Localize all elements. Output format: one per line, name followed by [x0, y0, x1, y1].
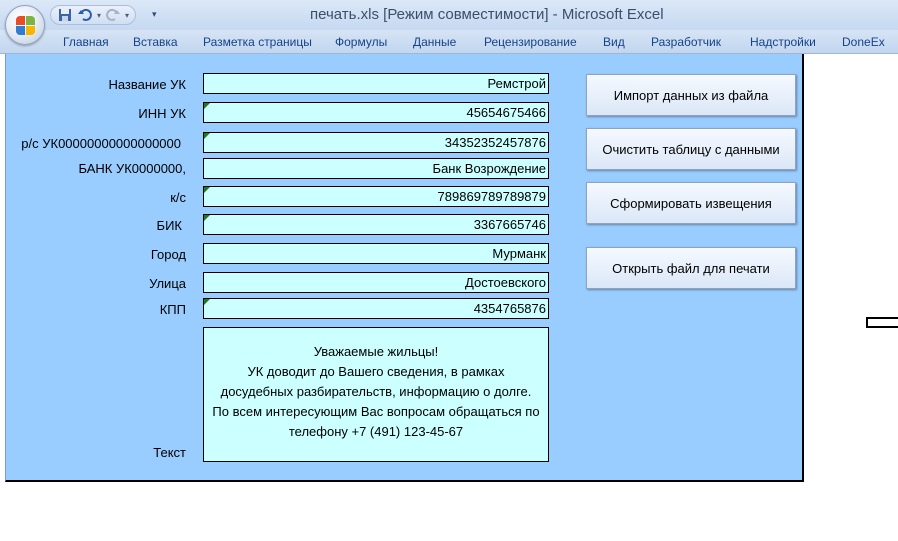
tab-addins[interactable]: Надстройки [750, 35, 816, 49]
tab-view[interactable]: Вид [603, 35, 625, 49]
notice-line: УК доводит до Вашего сведения, в рамках [247, 364, 505, 379]
worksheet-form: Название УК ИНН УК р/с УК000000000000000… [5, 54, 804, 482]
shape-fragment [866, 317, 898, 328]
error-indicator-icon [204, 299, 210, 305]
label-city: Город [150, 247, 186, 262]
field-street-value: Достоевского [465, 275, 546, 290]
field-bank[interactable]: Банк Возрождение [203, 158, 549, 179]
office-button[interactable] [5, 5, 45, 45]
notice-line: Уважаемые жильцы! [313, 344, 439, 359]
label-account: р/с УК00000000000000000 [21, 136, 181, 151]
tab-review[interactable]: Рецензирование [484, 35, 577, 49]
field-account[interactable]: 34352352457876 [203, 132, 549, 153]
label-inn: ИНН УК [138, 106, 186, 121]
field-bik[interactable]: 3367665746 [203, 214, 549, 235]
notice-line: По всем интересующим Вас вопросам обраща… [212, 404, 540, 419]
field-corr-account[interactable]: 789869789789879 [203, 186, 549, 207]
field-corr-account-value: 789869789789879 [437, 189, 546, 204]
window-title: печать.xls [Режим совместимости] - Micro… [310, 6, 664, 23]
notice-line: досудебных разбирательств, информацию о … [220, 384, 532, 399]
label-street: Улица [149, 276, 186, 291]
field-street[interactable]: Достоевского [203, 272, 549, 293]
tab-doneex[interactable]: DoneEx [842, 35, 885, 49]
ribbon-tabs: Главная Вставка Разметка страницы Формул… [0, 30, 898, 54]
field-bik-value: 3367665746 [473, 217, 546, 232]
field-city-value: Мурманк [492, 246, 546, 261]
notice-line: телефону +7 (491) 123-45-67 [288, 424, 464, 439]
field-uk-name-value: Ремстрой [487, 76, 546, 91]
error-indicator-icon [204, 133, 210, 139]
tab-page-layout[interactable]: Разметка страницы [203, 35, 312, 49]
field-kpp[interactable]: 4354765876 [203, 298, 549, 319]
tab-data[interactable]: Данные [413, 35, 456, 49]
clear-table-button[interactable]: Очистить таблицу с данными [586, 128, 796, 170]
generate-notices-button[interactable]: Сформировать извещения [586, 182, 796, 224]
open-print-file-button[interactable]: Открыть файл для печати [586, 247, 796, 289]
label-bik: БИК [156, 218, 182, 233]
error-indicator-icon [204, 215, 210, 221]
tab-home[interactable]: Главная [63, 35, 109, 49]
label-corr-account: к/с [170, 190, 186, 205]
tab-insert[interactable]: Вставка [133, 35, 178, 49]
tab-developer[interactable]: Разработчик [651, 35, 721, 49]
office-logo-icon [16, 16, 36, 36]
field-account-value: 34352352457876 [444, 135, 546, 150]
label-kpp: КПП [159, 302, 186, 317]
field-kpp-value: 4354765876 [473, 301, 546, 316]
label-bank: БАНК УК0000000, [78, 161, 186, 176]
label-text: Текст [153, 445, 186, 460]
field-uk-name[interactable]: Ремстрой [203, 73, 549, 94]
import-data-button[interactable]: Импорт данных из файла [586, 74, 796, 116]
error-indicator-icon [204, 103, 210, 109]
field-city[interactable]: Мурманк [203, 243, 549, 264]
error-indicator-icon [204, 187, 210, 193]
notice-textbox[interactable]: Уважаемые жильцы! УК доводит до Вашего с… [203, 327, 549, 462]
field-inn[interactable]: 45654675466 [203, 102, 549, 123]
title-bar: ▾ ▾ ▾ печать.xls [Режим совместимости] -… [0, 0, 898, 45]
field-bank-value: Банк Возрождение [432, 161, 546, 176]
label-uk-name: Название УК [108, 77, 186, 92]
field-inn-value: 45654675466 [466, 105, 546, 120]
tab-formulas[interactable]: Формулы [335, 35, 387, 49]
